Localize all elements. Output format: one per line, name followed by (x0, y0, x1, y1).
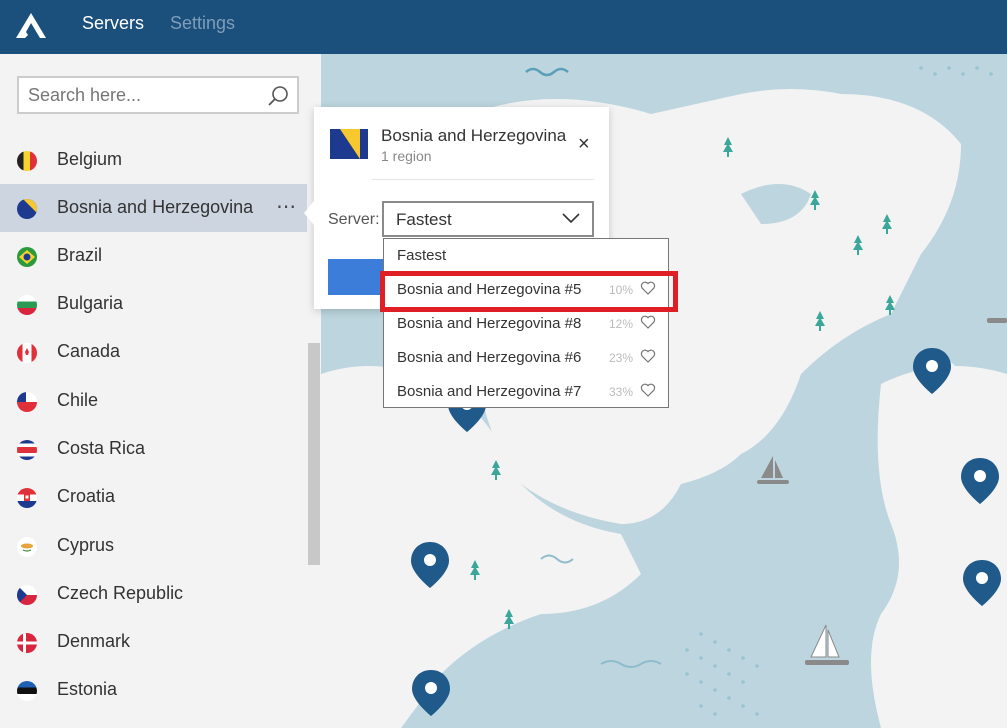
country-name: Estonia (57, 679, 118, 699)
tab-servers[interactable]: Servers (82, 13, 144, 34)
country-name: Bulgaria (57, 293, 124, 313)
belgium-flag-icon (17, 151, 37, 171)
czech-flag-icon (17, 585, 37, 605)
dropdown-option-server-6[interactable]: Bosnia and Herzegovina #6 23% (384, 341, 668, 375)
close-icon[interactable]: × (578, 133, 590, 156)
country-item-cyprus[interactable]: Cyprus (0, 522, 307, 570)
dropdown-option-fastest[interactable]: Fastest (384, 239, 668, 273)
country-name: Czech Republic (57, 583, 184, 603)
country-item-bosnia[interactable]: Bosnia and Herzegovina ⋯ (0, 184, 307, 232)
location-pin-icon[interactable] (410, 668, 452, 718)
nordvpn-logo-icon (16, 13, 46, 38)
dropdown-option-server-8[interactable]: Bosnia and Herzegovina #8 12% (384, 307, 668, 341)
server-select[interactable]: Fastest (382, 201, 594, 237)
server-dropdown: Fastest Bosnia and Herzegovina #5 10% Bo… (383, 238, 669, 408)
location-pin-icon[interactable] (959, 456, 1001, 506)
country-name: Croatia (57, 486, 116, 506)
highlight-box (380, 271, 678, 312)
option-label: Fastest (397, 247, 447, 264)
country-item-belgium[interactable]: Belgium (0, 136, 307, 184)
country-item-croatia[interactable]: Croatia (0, 473, 307, 521)
search-input[interactable] (19, 78, 259, 112)
sidebar: Belgium Bosnia and Herzegovina ⋯ Brazil … (0, 54, 321, 728)
country-item-costa-rica[interactable]: Costa Rica (0, 425, 307, 473)
chevron-down-icon (562, 213, 580, 224)
bosnia-flag-icon (330, 129, 368, 159)
country-item-canada[interactable]: Canada (0, 328, 307, 376)
heart-icon[interactable] (640, 314, 656, 330)
sidebar-scrollbar[interactable] (308, 343, 320, 565)
country-name: Bosnia and Herzegovina (57, 197, 254, 217)
option-label: Bosnia and Herzegovina #6 (397, 349, 582, 366)
server-select-value: Fastest (396, 210, 452, 229)
country-item-brazil[interactable]: Brazil (0, 232, 307, 280)
server-load: 12% (609, 317, 634, 331)
server-label: Server: (328, 211, 380, 228)
country-item-denmark[interactable]: Denmark (0, 618, 307, 666)
tab-settings[interactable]: Settings (170, 13, 235, 34)
popup-subtitle: 1 region (381, 148, 432, 164)
server-load: 33% (609, 385, 634, 399)
connect-button[interactable] (328, 259, 388, 295)
divider (372, 179, 594, 180)
popup-title: Bosnia and Herzegovina (381, 126, 567, 145)
costa-rica-flag-icon (17, 440, 37, 460)
server-load: 23% (609, 351, 634, 365)
country-item-estonia[interactable]: Estonia (0, 666, 307, 714)
brazil-flag-icon (17, 247, 37, 267)
heart-icon[interactable] (640, 348, 656, 364)
denmark-flag-icon (17, 633, 37, 653)
country-name: Canada (57, 341, 121, 361)
country-name: Cyprus (57, 535, 115, 555)
country-name: Brazil (57, 245, 103, 265)
estonia-flag-icon (17, 681, 37, 701)
popup-arrow (304, 201, 314, 225)
search-icon[interactable] (267, 85, 289, 107)
heart-icon[interactable] (640, 382, 656, 398)
chile-flag-icon (17, 392, 37, 412)
cyprus-flag-icon (17, 537, 37, 557)
bulgaria-flag-icon (17, 295, 37, 315)
country-item-czech[interactable]: Czech Republic (0, 570, 307, 618)
country-name: Costa Rica (57, 438, 146, 458)
top-bar: Servers Settings (0, 0, 1007, 54)
country-name: Chile (57, 390, 99, 410)
country-name: Belgium (57, 149, 123, 169)
more-options-icon[interactable]: ⋯ (276, 194, 297, 219)
location-pin-icon[interactable] (961, 558, 1003, 608)
bosnia-flag-icon (17, 199, 37, 219)
country-item-chile[interactable]: Chile (0, 377, 307, 425)
search-box (17, 76, 299, 114)
location-pin-icon[interactable] (409, 540, 451, 590)
dropdown-option-server-7[interactable]: Bosnia and Herzegovina #7 33% (384, 375, 668, 409)
country-name: Denmark (57, 631, 131, 651)
country-item-bulgaria[interactable]: Bulgaria (0, 280, 307, 328)
croatia-flag-icon (17, 488, 37, 508)
option-label: Bosnia and Herzegovina #7 (397, 383, 582, 400)
canada-flag-icon (17, 343, 37, 363)
location-pin-icon[interactable] (911, 346, 953, 396)
option-label: Bosnia and Herzegovina #8 (397, 315, 582, 332)
